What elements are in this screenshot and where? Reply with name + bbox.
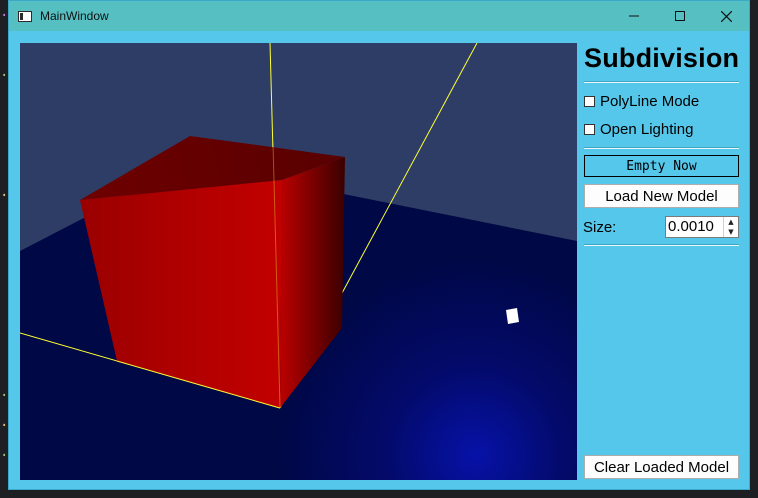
- load-new-model-button[interactable]: Load New Model: [584, 184, 739, 208]
- checkbox-box[interactable]: [584, 96, 595, 107]
- size-label: Size:: [583, 219, 617, 236]
- spin-up-icon[interactable]: ▲: [724, 217, 738, 227]
- close-icon: [720, 10, 732, 22]
- title-bar[interactable]: MainWindow: [9, 1, 749, 31]
- clear-loaded-model-button[interactable]: Clear Loaded Model: [584, 455, 739, 479]
- open-lighting-label: Open Lighting: [600, 121, 694, 138]
- polyline-mode-label: PolyLine Mode: [600, 93, 700, 110]
- size-spinbox[interactable]: 0.0010 ▲ ▼: [665, 216, 739, 238]
- close-button[interactable]: [703, 1, 749, 31]
- window-title: MainWindow: [40, 9, 109, 23]
- checkbox-box[interactable]: [584, 124, 595, 135]
- window-controls: [611, 1, 749, 31]
- panel-heading: Subdivision: [584, 43, 740, 73]
- background-editor-strip: · · · · · ·: [0, 0, 8, 498]
- divider: [584, 81, 739, 83]
- polyline-mode-checkbox[interactable]: PolyLine Mode: [584, 93, 699, 110]
- gl-viewport[interactable]: [20, 43, 577, 480]
- divider: [584, 244, 739, 246]
- minimize-button[interactable]: [611, 1, 657, 31]
- window-icon: [18, 10, 32, 22]
- scene-canvas: [20, 43, 577, 480]
- size-value[interactable]: 0.0010: [666, 217, 723, 237]
- model-status-display: Empty Now: [584, 155, 739, 177]
- main-window: MainWindow Subdivision PolyLine Mode Ope…: [8, 0, 750, 490]
- spin-arrows: ▲ ▼: [723, 217, 738, 237]
- light-source-marker: [506, 308, 519, 324]
- control-panel: Subdivision PolyLine Mode Open Lighting …: [582, 43, 742, 483]
- maximize-button[interactable]: [657, 1, 703, 31]
- open-lighting-checkbox[interactable]: Open Lighting: [584, 121, 693, 138]
- minimize-icon: [629, 15, 639, 17]
- spin-down-icon[interactable]: ▼: [724, 227, 738, 237]
- maximize-icon: [675, 11, 685, 21]
- divider: [584, 147, 739, 149]
